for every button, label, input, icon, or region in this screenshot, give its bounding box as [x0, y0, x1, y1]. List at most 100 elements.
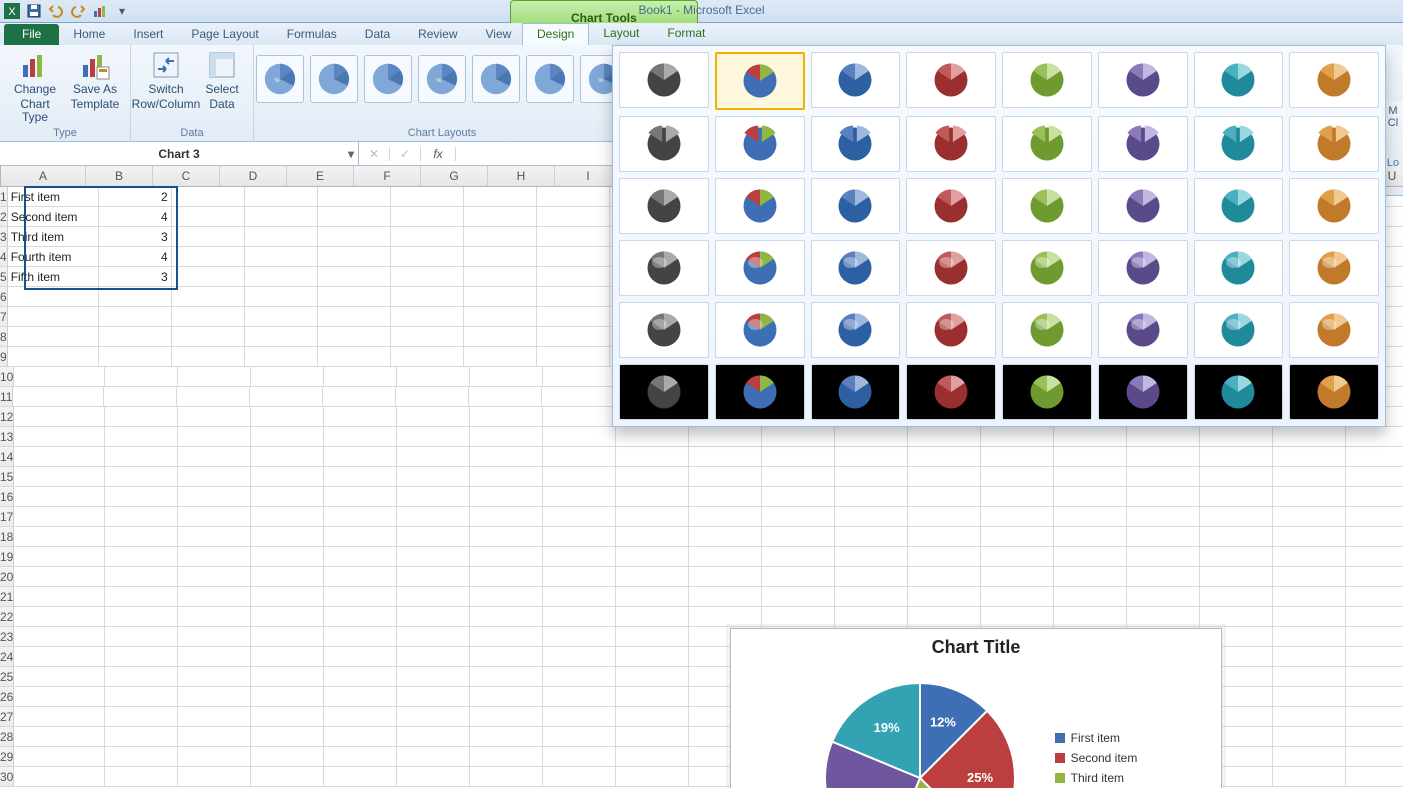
row-header-26[interactable]: 26 [0, 687, 14, 707]
cell-D2[interactable] [245, 207, 318, 227]
cell-H7[interactable] [537, 307, 610, 327]
cell-A6[interactable] [8, 287, 99, 307]
cell-P14[interactable] [1127, 447, 1200, 467]
column-header-G[interactable]: G [421, 166, 488, 186]
cell-A19[interactable] [14, 547, 105, 567]
cell-F28[interactable] [397, 727, 470, 747]
cell-A11[interactable] [13, 387, 104, 407]
cell-L13[interactable] [835, 427, 908, 447]
cell-Q19[interactable] [1200, 547, 1273, 567]
cell-D9[interactable] [245, 347, 318, 367]
chart-style-42[interactable] [715, 364, 805, 420]
cell-D6[interactable] [245, 287, 318, 307]
cell-E21[interactable] [324, 587, 397, 607]
cell-B19[interactable] [105, 547, 178, 567]
tab-home[interactable]: Home [59, 24, 119, 45]
cell-Q13[interactable] [1200, 427, 1273, 447]
tab-review[interactable]: Review [404, 24, 471, 45]
cell-G15[interactable] [470, 467, 543, 487]
cell-S24[interactable] [1346, 647, 1403, 667]
chart-style-35[interactable] [811, 302, 901, 358]
chart-style-7[interactable] [1194, 52, 1284, 108]
cell-G23[interactable] [470, 627, 543, 647]
cell-B10[interactable] [105, 367, 178, 387]
cell-F11[interactable] [396, 387, 469, 407]
cell-R25[interactable] [1273, 667, 1346, 687]
cell-F22[interactable] [397, 607, 470, 627]
cell-G7[interactable] [464, 307, 537, 327]
cell-D20[interactable] [251, 567, 324, 587]
cell-C15[interactable] [178, 467, 251, 487]
cell-I25[interactable] [616, 667, 689, 687]
row-header-9[interactable]: 9 [0, 347, 8, 367]
chart-style-8[interactable] [1289, 52, 1379, 108]
cell-R23[interactable] [1273, 627, 1346, 647]
cell-O22[interactable] [1054, 607, 1127, 627]
cell-I29[interactable] [616, 747, 689, 767]
chart-style-6[interactable] [1098, 52, 1188, 108]
cell-B1[interactable]: 2 [99, 187, 172, 207]
chart-style-16[interactable] [1289, 116, 1379, 172]
pie-chart-plot[interactable]: 12%25%19%25%19% [815, 673, 1025, 788]
cell-D17[interactable] [251, 507, 324, 527]
cell-B2[interactable]: 4 [99, 207, 172, 227]
cell-G12[interactable] [470, 407, 543, 427]
cell-B25[interactable] [105, 667, 178, 687]
chart-style-2[interactable] [715, 52, 805, 110]
chart-style-26[interactable] [715, 240, 805, 296]
cell-Q18[interactable] [1200, 527, 1273, 547]
cell-B30[interactable] [105, 767, 178, 787]
cell-S23[interactable] [1346, 627, 1403, 647]
cell-O19[interactable] [1054, 547, 1127, 567]
chart-style-43[interactable] [811, 364, 901, 420]
cell-H12[interactable] [543, 407, 616, 427]
cell-B26[interactable] [105, 687, 178, 707]
cell-H5[interactable] [537, 267, 610, 287]
cell-H20[interactable] [543, 567, 616, 587]
row-header-14[interactable]: 14 [0, 447, 14, 467]
chart-style-28[interactable] [906, 240, 996, 296]
chart-style-44[interactable] [906, 364, 996, 420]
cell-I27[interactable] [616, 707, 689, 727]
cell-K21[interactable] [762, 587, 835, 607]
cell-I24[interactable] [616, 647, 689, 667]
chart-title[interactable]: Chart Title [731, 637, 1221, 658]
cell-H11[interactable] [542, 387, 615, 407]
cell-D3[interactable] [245, 227, 318, 247]
chart-style-15[interactable] [1194, 116, 1284, 172]
cell-I19[interactable] [616, 547, 689, 567]
cell-A22[interactable] [14, 607, 105, 627]
cell-A3[interactable]: Third item [8, 227, 99, 247]
chart-legend[interactable]: First itemSecond itemThird itemFourth it… [1055, 725, 1138, 788]
cell-C14[interactable] [178, 447, 251, 467]
row-header-23[interactable]: 23 [0, 627, 14, 647]
cell-N22[interactable] [981, 607, 1054, 627]
chart-style-23[interactable] [1194, 178, 1284, 234]
cell-F14[interactable] [397, 447, 470, 467]
cell-G20[interactable] [470, 567, 543, 587]
cell-S29[interactable] [1346, 747, 1403, 767]
cell-D21[interactable] [251, 587, 324, 607]
chart-style-48[interactable] [1289, 364, 1379, 420]
cell-E1[interactable] [318, 187, 391, 207]
cell-G2[interactable] [464, 207, 537, 227]
cell-D12[interactable] [251, 407, 324, 427]
cell-R14[interactable] [1273, 447, 1346, 467]
cell-E20[interactable] [324, 567, 397, 587]
cell-H18[interactable] [543, 527, 616, 547]
cell-L14[interactable] [835, 447, 908, 467]
cell-N19[interactable] [981, 547, 1054, 567]
cell-J20[interactable] [689, 567, 762, 587]
row-header-29[interactable]: 29 [0, 747, 14, 767]
cell-D22[interactable] [251, 607, 324, 627]
cell-M18[interactable] [908, 527, 981, 547]
cell-F4[interactable] [391, 247, 464, 267]
cell-R24[interactable] [1273, 647, 1346, 667]
cell-K20[interactable] [762, 567, 835, 587]
row-header-5[interactable]: 5 [0, 267, 8, 287]
row-header-10[interactable]: 10 [0, 367, 14, 387]
cell-G8[interactable] [464, 327, 537, 347]
cell-F21[interactable] [397, 587, 470, 607]
cell-G25[interactable] [470, 667, 543, 687]
switch-row-column-button[interactable]: Switch Row/Column [139, 49, 193, 111]
